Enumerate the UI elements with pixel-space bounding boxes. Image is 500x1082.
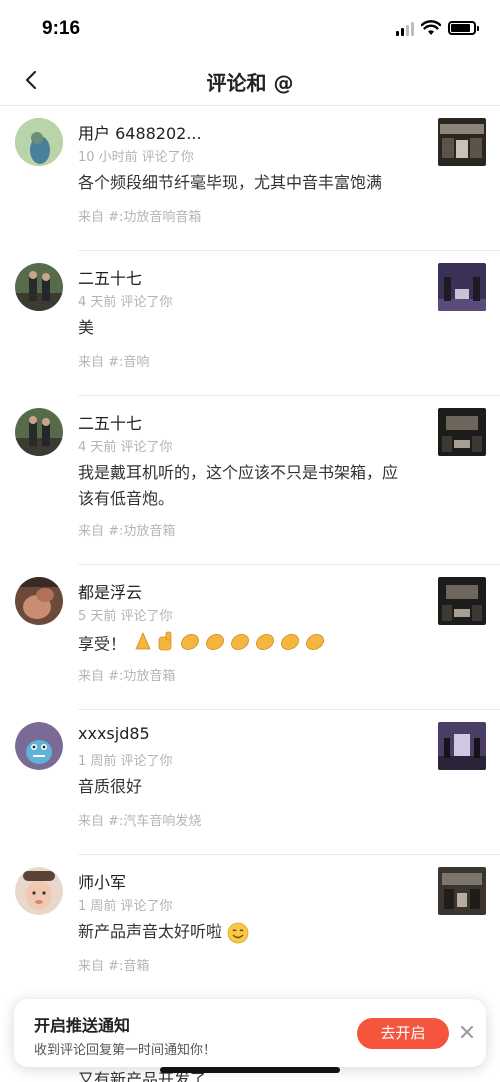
comment-item[interactable]: 用户 6488202... 10 小时前 评论了你 各个频段细节纤毫毕现，尤其中… [0, 106, 500, 251]
enable-notifications-button[interactable]: 去开启 [357, 1018, 449, 1049]
avatar[interactable] [15, 118, 63, 166]
username[interactable]: 都是浮云 [78, 579, 142, 603]
comment-text-content: 新产品声音太好听啦 [78, 922, 223, 941]
avatar[interactable] [15, 577, 63, 625]
comment-time: 4 天前 评论了你 [78, 295, 173, 310]
nav-bar: 评论和 @ [0, 56, 500, 106]
post-thumbnail[interactable] [438, 577, 486, 625]
comment-source[interactable]: 来自 #:功放音响音箱 [78, 206, 201, 225]
comment-time: 4 天前 评论了你 [78, 440, 173, 455]
smile-emoji-icon [227, 922, 249, 943]
comment-source[interactable]: 来自 #:音响 [78, 351, 149, 370]
battery-icon [448, 21, 479, 35]
comment-text: 享受！ [78, 629, 418, 661]
post-thumbnail[interactable] [438, 408, 486, 456]
banner-title: 开启推送通知 [34, 1016, 131, 1035]
avatar[interactable] [15, 867, 63, 915]
emoji-row [133, 629, 329, 661]
comment-time: 5 天前 评论了你 [78, 609, 173, 624]
avatar[interactable] [15, 263, 63, 311]
comment-text: 美 [78, 318, 95, 337]
comment-time: 10 小时前 评论了你 [78, 150, 194, 165]
comment-text: 音质很好 [78, 777, 143, 796]
comment-source[interactable]: 来自 #:功放音箱 [78, 520, 175, 539]
cellular-signal-icon [396, 22, 414, 36]
username[interactable]: 二五十七 [78, 410, 142, 434]
comment-source[interactable]: 来自 #:功放音箱 [78, 665, 175, 684]
home-indicator [160, 1067, 340, 1073]
comment-time: 1 周前 评论了你 [78, 899, 173, 914]
comment-item[interactable]: 师小军 1 周前 评论了你 新产品声音太好听啦 来自 #:音箱 [0, 855, 500, 1000]
comment-source[interactable]: 来自 #:音箱 [78, 955, 149, 974]
comment-item[interactable]: xxxsjd85 1 周前 评论了你 音质很好 来自 #:汽车音响发烧 [0, 710, 500, 855]
username[interactable]: 师小军 [78, 869, 126, 893]
wifi-icon [421, 20, 441, 35]
comment-source[interactable]: 来自 #:汽车音响发烧 [78, 810, 201, 829]
post-thumbnail[interactable] [438, 263, 486, 311]
avatar[interactable] [15, 408, 63, 456]
page-title: 评论和 @ [206, 71, 294, 95]
comment-time: 1 周前 评论了你 [78, 754, 173, 769]
post-thumbnail[interactable] [438, 118, 486, 166]
comment-item[interactable]: 二五十七 4 天前 评论了你 美 来自 #:音响 [0, 251, 500, 396]
post-thumbnail[interactable] [438, 722, 486, 770]
banner-subtitle: 收到评论回复第一时间通知你！ [34, 1043, 217, 1058]
status-bar: 9:16 [0, 0, 500, 56]
comment-text: 各个频段细节纤毫毕现，尤其中音丰富饱满 [78, 173, 383, 192]
comment-text: 我是戴耳机听的，这个应该不只是书架箱，应该有低音炮。 [78, 463, 399, 508]
username[interactable]: xxxsjd85 [78, 724, 150, 743]
close-icon[interactable] [458, 1023, 476, 1041]
status-time: 9:16 [42, 18, 81, 39]
push-notification-banner: 开启推送通知 收到评论回复第一时间通知你！ 去开启 [14, 999, 486, 1067]
comment-item[interactable]: 都是浮云 5 天前 评论了你 享受！ 来自 #:功放音箱 [0, 565, 500, 710]
comment-text: 新产品声音太好听啦 [78, 919, 418, 945]
username[interactable]: 用户 6488202... [78, 120, 202, 144]
comment-text-content: 享受！ [78, 634, 127, 654]
username[interactable]: 二五十七 [78, 265, 142, 289]
post-thumbnail[interactable] [438, 867, 486, 915]
comment-item[interactable]: 二五十七 4 天前 评论了你 我是戴耳机听的，这个应该不只是书架箱，应该有低音炮… [0, 396, 500, 565]
avatar[interactable] [15, 722, 63, 770]
clapping-hands-icon [135, 631, 325, 651]
